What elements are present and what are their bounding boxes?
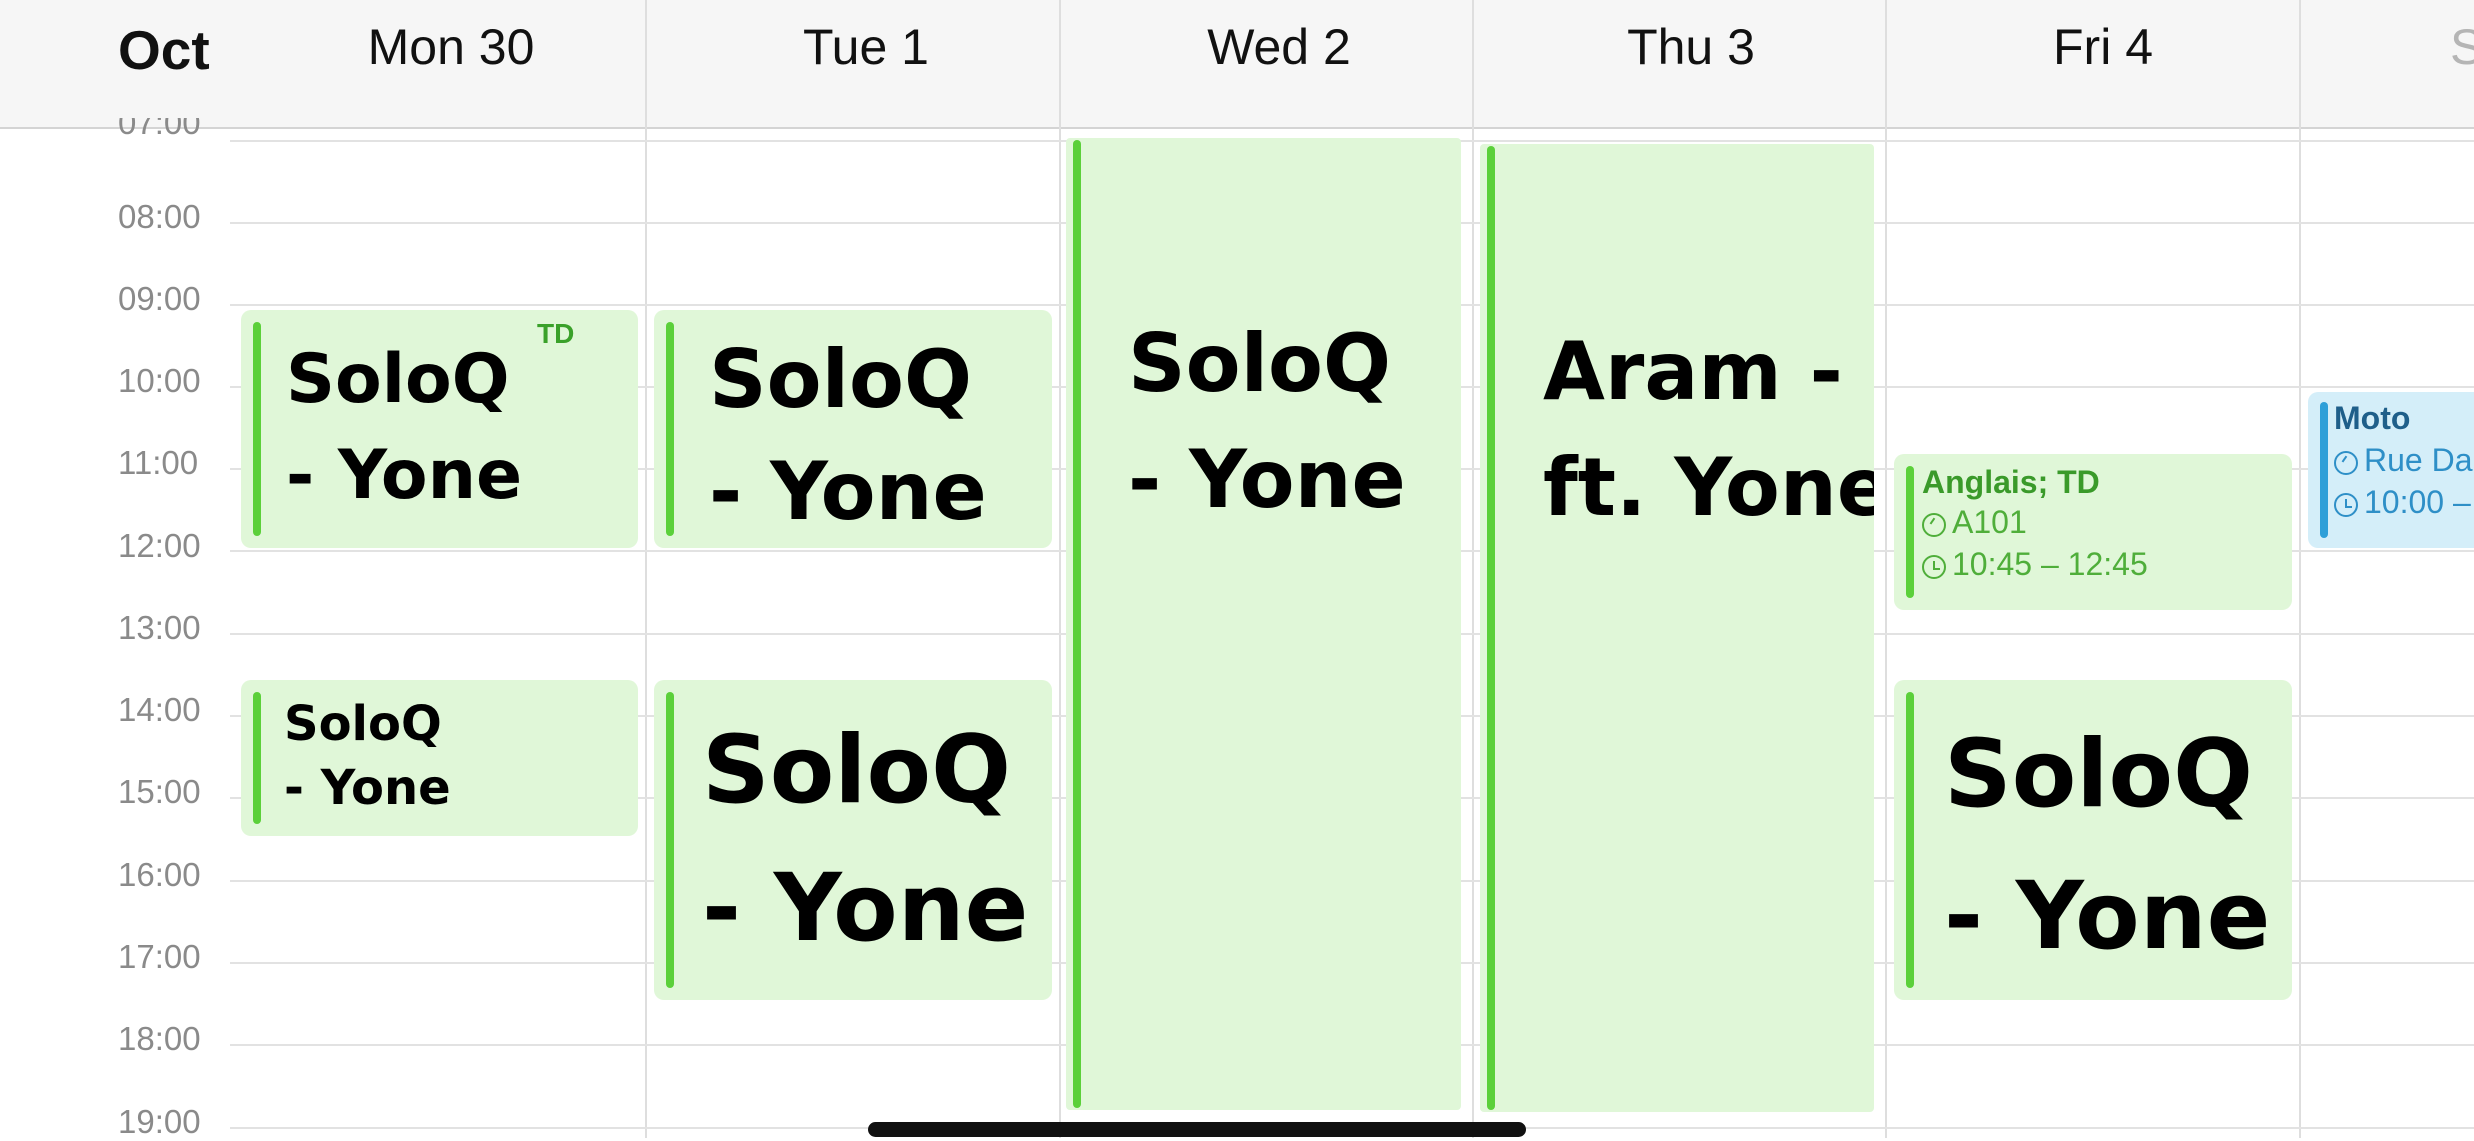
event-color-bar <box>1906 692 1914 988</box>
event-time: 10:00 – <box>2364 484 2471 520</box>
time-label: 11:00 <box>118 444 199 481</box>
event-title: Moto <box>2334 400 2411 436</box>
event-title: Anglais; TD <box>1922 464 2100 500</box>
column-divider <box>2299 0 2301 1138</box>
time-label: 09:00 <box>118 280 201 317</box>
time-label: 13:00 <box>118 609 201 646</box>
event-time-row: 10:00 – <box>2334 484 2471 521</box>
event-title-line: - Yone <box>284 760 451 816</box>
clock-icon <box>1922 554 1946 579</box>
event-moto-sat[interactable]: Moto Rue Da 10:00 – <box>2308 392 2474 548</box>
event-stray-label: TD <box>537 318 575 349</box>
event-location: Rue Da <box>2364 442 2473 478</box>
event-title-line: ft. Yone <box>1543 441 1874 534</box>
event-title-line: SoloQ <box>284 696 442 752</box>
event-soloq-tue-morning[interactable]: SoloQ - Yone <box>654 310 1052 548</box>
event-soloq-mon-afternoon[interactable]: SoloQ - Yone <box>241 680 638 836</box>
day-header-sat[interactable]: S <box>2450 18 2474 76</box>
time-label: 17:00 <box>118 938 201 975</box>
time-label: 18:00 <box>118 1020 201 1057</box>
event-soloq-mon-morning[interactable]: SoloQ - Yone TD <box>241 310 638 548</box>
time-label: 14:00 <box>118 691 201 728</box>
event-color-bar <box>666 692 674 988</box>
column-divider <box>645 0 647 1138</box>
event-title-line: SoloQ <box>702 716 1011 825</box>
event-aram-thu[interactable]: Aram - ft. Yone <box>1480 144 1874 1112</box>
event-title-line: SoloQ <box>1128 317 1391 410</box>
event-title-line: SoloQ <box>286 340 510 419</box>
day-header-thu[interactable]: Thu 3 <box>1485 18 1897 76</box>
clock-icon <box>2334 492 2358 517</box>
event-title-line: - Yone <box>702 854 1029 963</box>
event-time: 10:45 – 12:45 <box>1952 546 2148 582</box>
event-title-line: - Yone <box>709 445 987 538</box>
event-color-bar <box>253 692 261 824</box>
event-title-line: SoloQ <box>1944 720 2253 829</box>
event-color-bar <box>1487 146 1495 1110</box>
day-header-mon[interactable]: Mon 30 <box>245 18 657 76</box>
event-color-bar <box>1906 466 1914 598</box>
time-label: 16:00 <box>118 856 201 893</box>
event-anglais-fri[interactable]: Anglais; TD A101 10:45 – 12:45 <box>1894 454 2292 610</box>
event-title-line: Aram - <box>1543 325 1843 418</box>
time-label: 15:00 <box>118 773 201 810</box>
time-label: 10:00 <box>118 362 201 399</box>
event-time-row: 10:45 – 12:45 <box>1922 546 2148 583</box>
column-divider <box>1059 0 1061 1138</box>
event-title-line: - Yone <box>1128 433 1406 526</box>
event-color-bar <box>2320 402 2328 538</box>
column-divider <box>1885 0 1887 1138</box>
month-label: Oct <box>118 19 210 81</box>
home-indicator[interactable] <box>868 1122 1526 1137</box>
event-location: A101 <box>1952 504 2027 540</box>
event-soloq-wed[interactable]: SoloQ - Yone <box>1066 138 1461 1110</box>
calendar-header: Oct Mon 30 Tue 1 Wed 2 Thu 3 Fri 4 S <box>0 0 2474 129</box>
event-soloq-fri-afternoon[interactable]: SoloQ - Yone <box>1894 680 2292 1000</box>
day-header-tue[interactable]: Tue 1 <box>660 18 1072 76</box>
event-title-line: - Yone <box>286 436 523 515</box>
event-title-line: - Yone <box>1944 862 2271 971</box>
day-header-fri[interactable]: Fri 4 <box>1897 18 2309 76</box>
column-divider <box>1472 0 1474 1138</box>
event-soloq-tue-afternoon[interactable]: SoloQ - Yone <box>654 680 1052 1000</box>
event-title-line: SoloQ <box>709 333 972 426</box>
event-color-bar <box>253 322 261 536</box>
event-color-bar <box>666 322 674 536</box>
time-label: 12:00 <box>118 527 201 564</box>
time-label: 08:00 <box>118 198 201 235</box>
event-location-row: Rue Da <box>2334 442 2473 479</box>
time-label: 19:00 <box>118 1103 201 1140</box>
location-icon <box>2334 450 2358 475</box>
event-location-row: A101 <box>1922 504 2027 541</box>
location-icon <box>1922 512 1946 537</box>
day-header-wed[interactable]: Wed 2 <box>1073 18 1485 76</box>
event-color-bar <box>1073 140 1081 1108</box>
time-label: 07:00 <box>118 118 201 141</box>
